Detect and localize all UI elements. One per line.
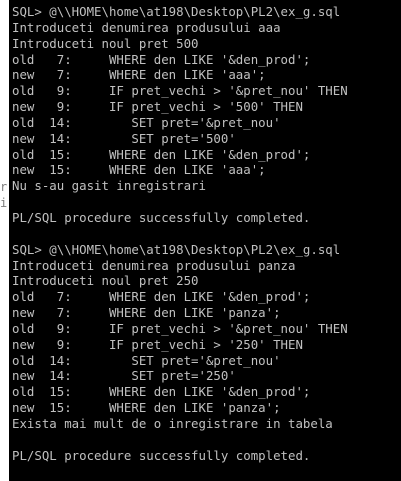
console-line: new 7: WHERE den LIKE 'panza'; xyxy=(12,305,281,321)
console-line: old 7: WHERE den LIKE '&den_prod'; xyxy=(12,289,311,305)
console-line: Introduceti denumirea produsului panza xyxy=(12,257,296,273)
console-line: SQL> @\\HOME\home\at198\Desktop\PL2\ex_g… xyxy=(12,4,341,19)
console-line: Nu s-au gasit inregistrari xyxy=(12,178,206,194)
console-line: old 14: SET pret='&pret_nou' xyxy=(12,352,281,368)
background-text-fragment: i: xyxy=(0,196,9,210)
console-line: PL/SQL procedure successfully completed. xyxy=(12,209,311,225)
console-line: Introduceti noul pret 250 xyxy=(12,273,199,289)
console-line: new 9: IF pret_vechi > '250' THEN xyxy=(12,336,303,352)
console-line: old 9: IF pret_vechi > '&pret_nou' THEN xyxy=(12,83,348,99)
console-line: new 7: WHERE den LIKE 'aaa'; xyxy=(12,67,266,83)
console-line: new 15: WHERE den LIKE 'panza'; xyxy=(12,400,281,416)
console-line: new 9: IF pret_vechi > '500' THEN xyxy=(12,99,303,115)
console-line: old 15: WHERE den LIKE '&den_prod'; xyxy=(12,384,311,400)
console-line: new 15: WHERE den LIKE 'aaa'; xyxy=(12,162,266,178)
screenshot-frame: r i: SQL> @\\HOME\home\at198\Desktop\PL2… xyxy=(0,0,401,481)
console-line: Introduceti denumirea produsului aaa xyxy=(12,19,281,35)
console-line: old 9: IF pret_vechi > '&pret_nou' THEN xyxy=(12,320,348,336)
console-output: SQL> @\\HOME\home\at198\Desktop\PL2\ex_g… xyxy=(12,4,348,463)
console-line: new 14: SET pret='250' xyxy=(12,368,236,384)
background-text-fragment: r xyxy=(0,180,8,194)
background-window-edge: r i: xyxy=(0,0,9,481)
console-line: Exista mai mult de o inregistrare in tab… xyxy=(12,415,333,431)
console-line: old 14: SET pret='&pret_nou' xyxy=(12,114,281,130)
console-line: SQL> @\\HOME\home\at198\Desktop\PL2\ex_g… xyxy=(12,241,341,257)
console-line: new 14: SET pret='500' xyxy=(12,130,236,146)
console-line: PL/SQL procedure successfully completed. xyxy=(12,447,311,463)
console-line: old 15: WHERE den LIKE '&den_prod'; xyxy=(12,146,311,162)
sqlplus-console-window[interactable]: SQL> @\\HOME\home\at198\Desktop\PL2\ex_g… xyxy=(9,0,401,481)
console-line: old 7: WHERE den LIKE '&den_prod'; xyxy=(12,51,311,67)
console-line: Introduceti noul pret 500 xyxy=(12,35,199,51)
